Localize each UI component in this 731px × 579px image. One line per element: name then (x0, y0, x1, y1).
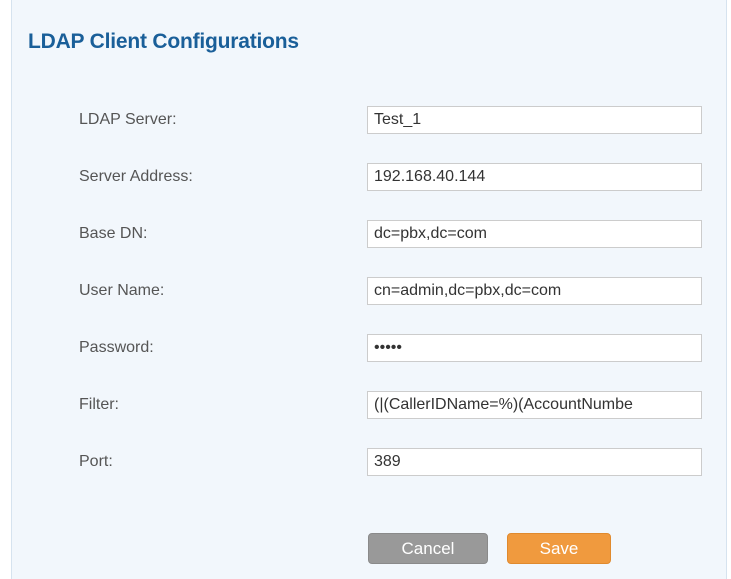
password-label: Password: (79, 339, 154, 356)
server-address-label: Server Address: (79, 168, 193, 185)
ldap-config-panel: LDAP Client Configurations LDAP Server: … (11, 0, 727, 579)
server-address-input[interactable] (367, 163, 702, 191)
user-name-label: User Name: (79, 282, 165, 299)
base-dn-input[interactable] (367, 220, 702, 248)
filter-label: Filter: (79, 396, 119, 413)
user-name-input[interactable] (367, 277, 702, 305)
password-input[interactable] (367, 334, 702, 362)
ldap-server-row: LDAP Server: (12, 106, 726, 134)
filter-input[interactable] (367, 391, 702, 419)
port-input[interactable] (367, 448, 702, 476)
server-address-row: Server Address: (12, 163, 726, 191)
ldap-server-label: LDAP Server: (79, 111, 177, 128)
port-label: Port: (79, 453, 113, 470)
filter-row: Filter: (12, 391, 726, 419)
cancel-button[interactable]: Cancel (368, 533, 488, 564)
base-dn-label: Base DN: (79, 225, 148, 242)
page-title: LDAP Client Configurations (28, 30, 299, 53)
ldap-server-input[interactable] (367, 106, 702, 134)
port-row: Port: (12, 448, 726, 476)
base-dn-row: Base DN: (12, 220, 726, 248)
password-row: Password: (12, 334, 726, 362)
save-button[interactable]: Save (507, 533, 611, 564)
user-name-row: User Name: (12, 277, 726, 305)
